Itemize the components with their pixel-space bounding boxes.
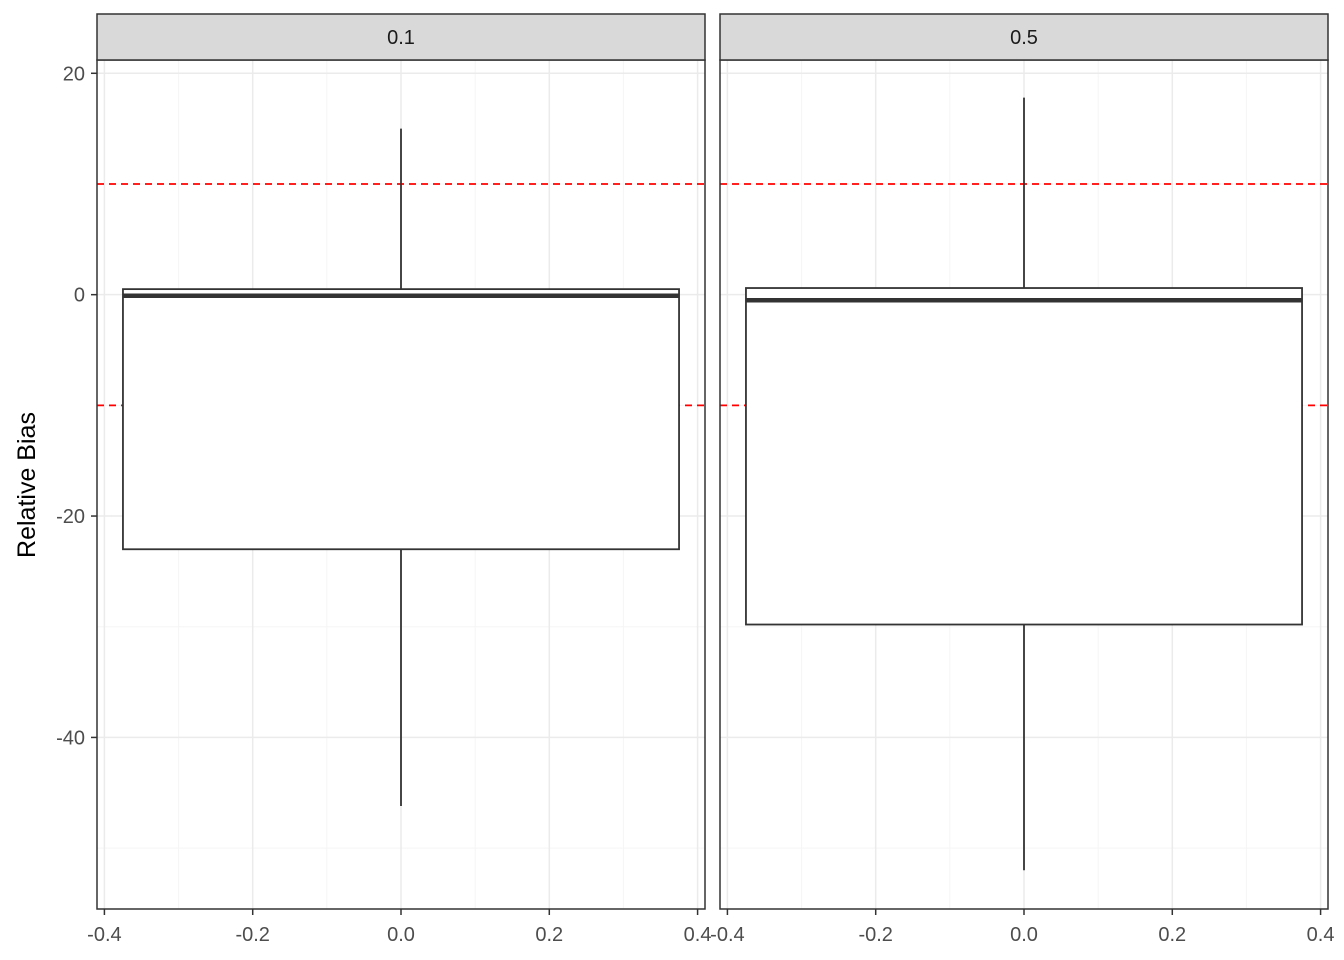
- boxplot-chart: 0.1-0.4 -0.2 0.0 0.2 0.4 0.5-0.4 -0.2 0.0 0.2 0.…: [13, 13, 1335, 946]
- x-tick-label: 0.0: [387, 924, 415, 946]
- y-tick-label: 20: [63, 63, 85, 85]
- y-tick-label: 0: [74, 285, 85, 307]
- box-iqr: [745, 287, 1303, 626]
- x-tick-label: 0.2: [1158, 924, 1186, 946]
- x-tick-label: -0.4: [87, 924, 121, 946]
- x-tick-label: -0.2: [235, 924, 269, 946]
- box-iqr: [122, 288, 680, 551]
- y-tick-label: -20: [56, 506, 85, 528]
- panel-group-0: 0.1 -0.4 -0.2 0.0 0.2 0.4: [87, 13, 712, 946]
- x-tick-label: 0.2: [535, 924, 563, 946]
- x-tick-label: 0.4: [1307, 924, 1335, 946]
- x-tick-label: 0.0: [1010, 924, 1038, 946]
- x-tick-label: 0.4: [684, 924, 712, 946]
- x-tick-label: -0.2: [858, 924, 892, 946]
- facet-strip-label: 0.1: [387, 27, 415, 49]
- y-tick-label: -40: [56, 727, 85, 749]
- panel-group-1: 0.5 -0.4 -0.2 0.0 0.2 0.4: [710, 13, 1335, 946]
- y-axis-title: Relative Bias: [13, 412, 41, 558]
- facet-strip-label: 0.5: [1010, 27, 1038, 49]
- x-tick-label: -0.4: [710, 924, 744, 946]
